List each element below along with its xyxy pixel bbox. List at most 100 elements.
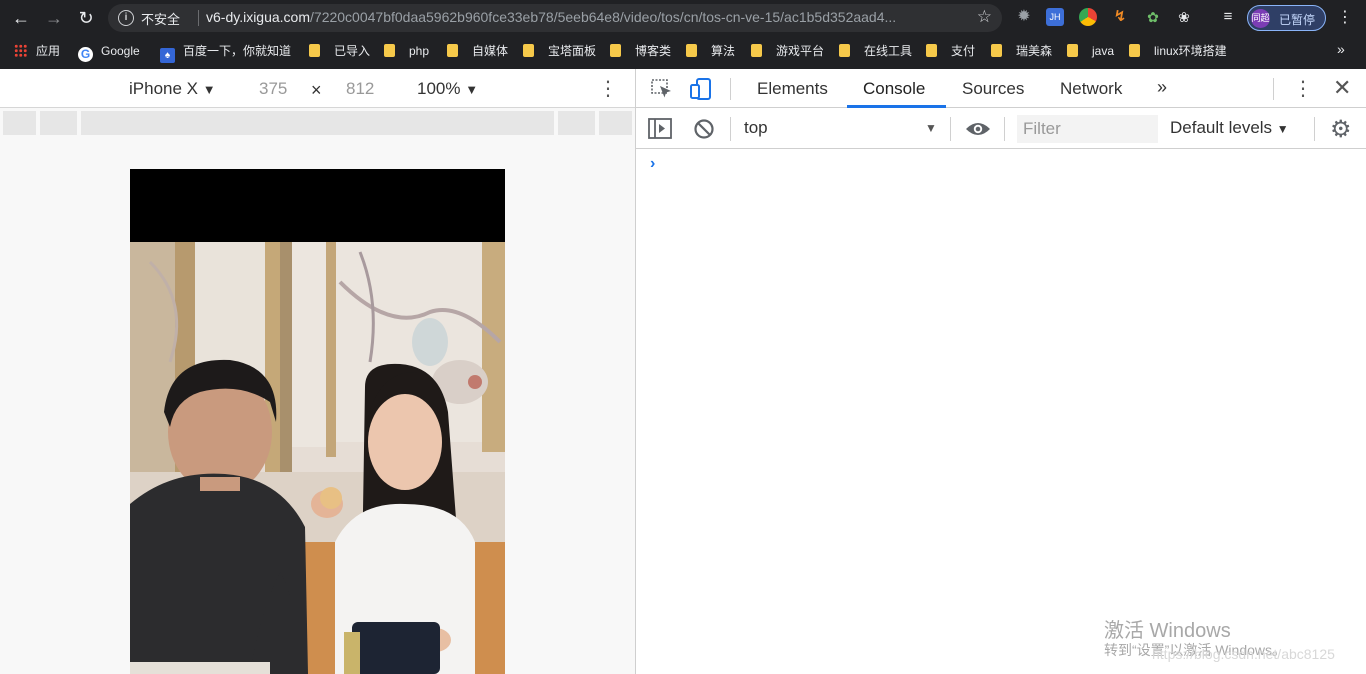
apps-grid-icon [14, 44, 27, 57]
bookmark-item[interactable]: 游戏平台 [751, 42, 824, 60]
arrow-right-icon[interactable]: → [42, 6, 66, 30]
close-icon[interactable]: ✕ [1333, 75, 1351, 101]
reload-icon[interactable]: ↻ [74, 6, 98, 30]
clear-console-icon[interactable] [693, 118, 715, 140]
bookmark-item[interactable]: 宝塔面板 [523, 42, 596, 60]
reading-list-icon[interactable]: ≡ [1219, 8, 1237, 26]
url-text[interactable]: v6-dy.ixigua.com/7220c0047bf0daa5962b960… [206, 9, 896, 25]
arrow-left-icon[interactable]: ← [9, 6, 33, 30]
sidebar-toggle-icon[interactable] [648, 118, 672, 140]
folder-icon [447, 44, 458, 57]
bookmark-item[interactable]: 自媒体 [447, 42, 508, 60]
download-extension-icon[interactable]: ↯ [1111, 8, 1129, 26]
bookmark-label: 在线工具 [864, 44, 913, 58]
media-query-segment[interactable] [3, 111, 36, 135]
divider [1004, 117, 1005, 141]
folder-icon [751, 44, 762, 57]
bookmark-item[interactable]: 已导入 [309, 42, 370, 60]
caret-down-icon: ▼ [465, 82, 479, 97]
puzzle-extension-icon[interactable]: ❀ [1175, 8, 1193, 26]
bookmark-label: 宝塔面板 [548, 44, 597, 58]
height-input[interactable]: 812 [346, 79, 374, 99]
folder-icon [523, 44, 534, 57]
url-host: v6-dy.ixigua.com [206, 9, 311, 25]
more-vert-icon[interactable]: ⋮ [1293, 76, 1313, 101]
profile-label: 已暂停 [1279, 13, 1316, 27]
console-prompt[interactable]: › [650, 155, 655, 173]
log-levels-label: Default levels [1170, 118, 1273, 137]
filter-input[interactable] [1017, 115, 1158, 143]
width-input[interactable]: 375 [259, 79, 287, 99]
log-levels-select[interactable]: Default levels ▼ [1170, 118, 1289, 138]
more-vert-icon[interactable]: ⋮ [1337, 7, 1353, 27]
bookmark-item[interactable]: 支付 [926, 42, 975, 60]
address-bar[interactable]: i 不安全 v6-dy.ixigua.com/7220c0047bf0daa59… [108, 4, 1002, 32]
divider [1273, 78, 1274, 100]
security-indicator[interactable]: 不安全 [141, 9, 180, 28]
bookmark-item[interactable]: 博客类 [610, 42, 671, 60]
tab-console[interactable]: Console [863, 79, 925, 99]
browser-top-bar: ← → ↻ i 不安全 v6-dy.ixigua.com/7220c0047bf… [0, 0, 1366, 69]
media-query-segment[interactable] [599, 111, 632, 135]
star-icon[interactable]: ☆ [977, 7, 992, 27]
devtools-tab-bar: Elements Console Sources Network » ⋮ ✕ [636, 69, 1366, 108]
bookmark-item[interactable]: G Google [78, 42, 140, 62]
folder-icon [1067, 44, 1078, 57]
bookmark-label: 已导入 [334, 44, 371, 58]
media-query-segment[interactable] [558, 111, 595, 135]
jh-extension-icon[interactable]: JH [1046, 8, 1064, 26]
divider [730, 78, 731, 100]
bookmark-item[interactable]: 算法 [686, 42, 735, 60]
bookmark-item[interactable]: 瑞美森 [991, 42, 1052, 60]
bookmark-label: 瑞美森 [1016, 44, 1053, 58]
windows-activation-title: 激活 Windows [1104, 620, 1231, 642]
inspect-element-icon[interactable] [651, 79, 673, 99]
bookmark-label: 游戏平台 [776, 44, 825, 58]
device-select[interactable]: iPhone X ▼ [129, 79, 216, 99]
tab-network[interactable]: Network [1060, 79, 1122, 99]
video-frame-image [130, 242, 505, 674]
device-toggle-icon[interactable] [689, 77, 713, 101]
media-query-segment[interactable] [40, 111, 77, 135]
bookmark-label: linux环境搭建 [1154, 44, 1227, 58]
folder-icon [309, 44, 320, 57]
url-path: /7220c0047bf0daa5962b960fce33eb78/5eeb64… [310, 9, 897, 25]
more-vert-icon[interactable]: ⋮ [598, 76, 618, 101]
folder-icon [839, 44, 850, 57]
bookmark-item[interactable]: linux环境搭建 [1129, 42, 1227, 60]
bookmark-item[interactable]: php [384, 42, 429, 60]
info-icon[interactable]: i [118, 10, 134, 26]
tab-elements[interactable]: Elements [757, 79, 828, 99]
zoom-select[interactable]: 100% ▼ [417, 79, 478, 99]
leaf-extension-icon[interactable]: ✿ [1144, 8, 1162, 26]
bookmark-label: 自媒体 [472, 44, 509, 58]
folder-icon [926, 44, 937, 57]
context-selector[interactable]: top [744, 118, 768, 138]
bookmark-item[interactable]: 应用 [14, 42, 60, 60]
device-emulation-pane: iPhone X ▼ 375 × 812 100% ▼ ⋮ [0, 69, 635, 674]
gear-icon[interactable]: ⚙ [1330, 115, 1352, 144]
divider [1314, 117, 1315, 141]
bookmark-item[interactable]: ♠ 百度一下，你就知道 [160, 42, 292, 63]
eye-icon[interactable] [965, 120, 991, 138]
gear-extension-icon[interactable]: ✹ [1015, 8, 1033, 26]
chevron-double-right-icon[interactable]: » [1337, 41, 1345, 57]
device-toolbar: iPhone X ▼ 375 × 812 100% ▼ ⋮ [0, 69, 635, 108]
tab-sources[interactable]: Sources [962, 79, 1024, 99]
chrome-extension-icon[interactable] [1079, 8, 1097, 26]
avatar: 同超 [1251, 9, 1270, 28]
bookmark-item[interactable]: java [1067, 42, 1114, 60]
bookmark-label: 百度一下，你就知道 [183, 44, 292, 58]
dimension-separator: × [311, 80, 322, 100]
bookmark-label: Google [101, 44, 140, 58]
video-player[interactable] [130, 242, 505, 674]
media-query-segment[interactable] [81, 111, 554, 135]
bookmark-item[interactable]: 在线工具 [839, 42, 912, 60]
caret-down-icon[interactable]: ▼ [925, 121, 937, 135]
chevron-double-right-icon[interactable]: » [1157, 77, 1167, 98]
devtools-panel: Elements Console Sources Network » ⋮ ✕ t… [635, 69, 1366, 674]
caret-down-icon: ▼ [202, 82, 216, 97]
device-name: iPhone X [129, 79, 198, 98]
bookmarks-bar: 应用 G Google ♠ 百度一下，你就知道 已导入 php 自媒体 宝塔面板 博… [0, 38, 1366, 64]
profile-button[interactable]: 同超 已暂停 [1247, 5, 1326, 31]
